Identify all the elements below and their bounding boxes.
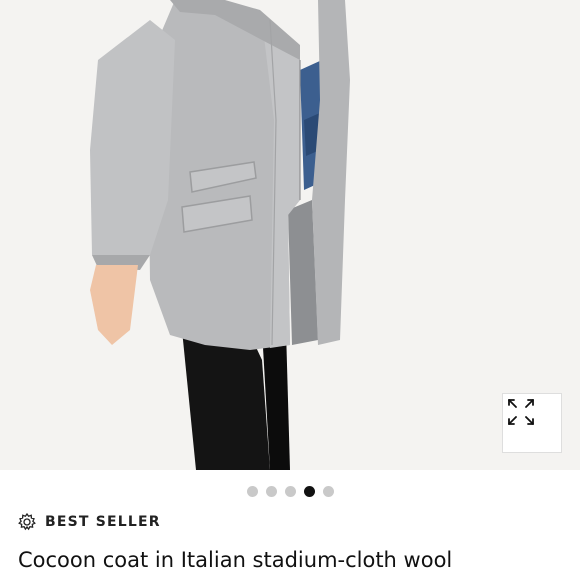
gallery-dot[interactable] [265,486,277,497]
expand-image-button[interactable] [502,393,562,453]
product-image-gallery[interactable] [0,0,580,470]
product-photo [0,0,580,470]
starburst-badge-icon [18,513,36,531]
expand-arrows-icon [508,399,534,425]
gallery-dot[interactable] [246,486,258,497]
gallery-pagination [0,486,580,497]
gallery-dot[interactable] [284,486,296,497]
gallery-dot[interactable] [322,486,334,497]
gallery-dot-active[interactable] [303,486,315,497]
product-title: Cocoon coat in Italian stadium-cloth woo… [18,548,453,572]
badge-label: BEST SELLER [45,514,161,530]
best-seller-badge: BEST SELLER [18,513,161,531]
